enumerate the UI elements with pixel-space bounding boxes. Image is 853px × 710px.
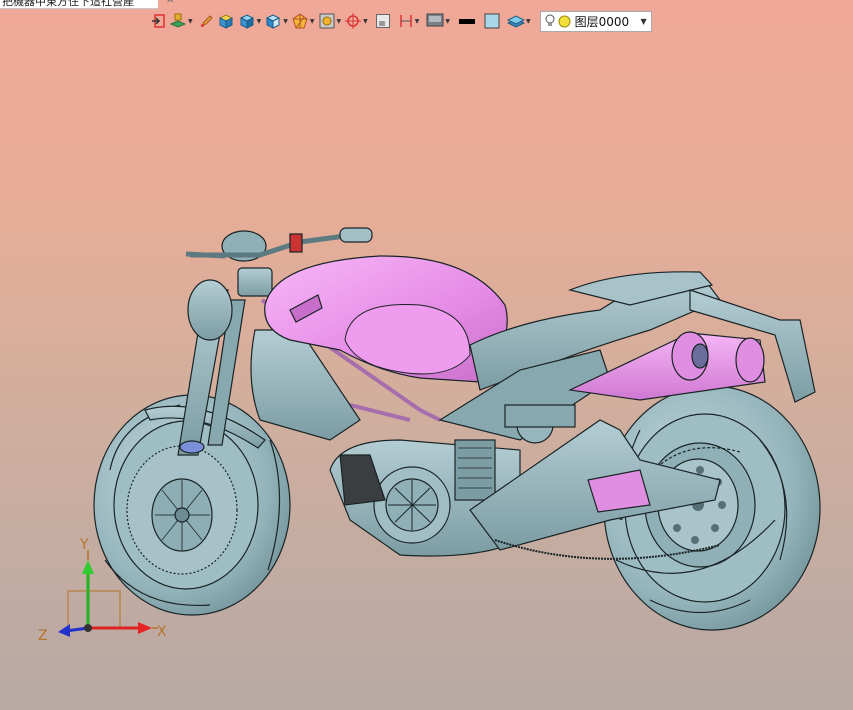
layer-select[interactable]: 图层0000 ▼ <box>539 10 652 32</box>
fill-color-button[interactable] <box>484 10 500 32</box>
x-axis-label: X <box>157 624 167 640</box>
snap-icon <box>319 13 334 29</box>
layer-select-value: 图层0000 <box>574 14 630 29</box>
sphere-button[interactable]: ▼ <box>291 10 315 32</box>
motorcycle-model[interactable] <box>93 227 821 631</box>
frame-icon <box>375 14 390 28</box>
view-cube-icon <box>266 14 281 29</box>
layer-manage-icon <box>169 13 187 28</box>
pencil-button[interactable] <box>200 10 214 32</box>
shade-button[interactable] <box>217 10 235 32</box>
line-color-icon <box>459 19 475 24</box>
exit-icon <box>152 14 165 28</box>
exit-button[interactable] <box>150 10 166 32</box>
3d-viewport[interactable]: Y X Z <box>0 0 853 710</box>
line-color-button[interactable] <box>459 10 475 32</box>
height-icon <box>400 15 412 27</box>
layer-manage-button[interactable]: ▼ <box>169 10 193 32</box>
view-toolbar: ▼ ▼ ▼ ▼ ▼ ▼ ▼ ▼ ▼ 图层0000 ▼ <box>150 9 750 33</box>
view-button[interactable]: ▼ <box>264 10 288 32</box>
display-button[interactable]: ▼ <box>426 10 450 32</box>
frame-button[interactable] <box>375 10 391 32</box>
layer-status-icon[interactable] <box>558 15 571 28</box>
pencil-icon <box>200 15 213 28</box>
solid-cube-icon <box>239 14 254 29</box>
fill-color-icon <box>484 13 500 29</box>
snap-button[interactable]: ▼ <box>318 10 341 32</box>
sphere-icon <box>292 13 308 29</box>
z-axis-label: Z <box>38 628 48 644</box>
target-icon <box>345 13 362 29</box>
cube-shade-icon <box>218 14 233 29</box>
display-icon <box>426 13 444 27</box>
layer-stack-icon <box>507 15 525 28</box>
layer-stack-button[interactable]: ▼ <box>507 10 531 32</box>
y-axis-label: Y <box>79 537 89 553</box>
solid-button[interactable]: ▼ <box>238 10 261 32</box>
lightbulb-icon[interactable] <box>545 14 555 28</box>
height-button[interactable]: ▼ <box>398 10 419 32</box>
chevron-down-icon[interactable]: ▼ <box>640 17 646 26</box>
target-button[interactable]: ▼ <box>344 10 368 32</box>
